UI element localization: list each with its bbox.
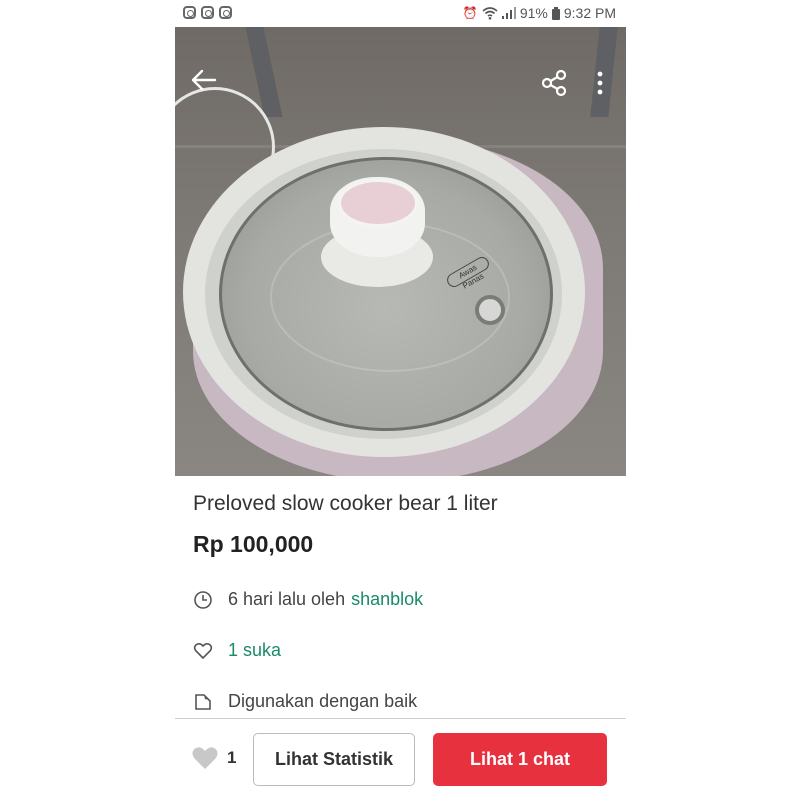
likes-link[interactable]: 1 suka — [228, 640, 281, 661]
listing-title: Preloved slow cooker bear 1 liter — [193, 492, 498, 515]
battery-percent: 91% — [519, 5, 548, 21]
tag-icon — [195, 693, 211, 710]
alarm-icon: ⏰ — [462, 6, 478, 20]
likes-info: 1 suka — [193, 640, 281, 661]
heart-outline-icon — [193, 642, 213, 659]
heart-filled-icon — [192, 747, 218, 769]
signal-icon — [501, 7, 516, 19]
status-bar: ⏰ 91% 9:32 PM — [175, 0, 626, 27]
condition-text: Digunakan dengan baik — [228, 691, 418, 711]
more-options-icon[interactable] — [590, 69, 610, 97]
view-statistics-button[interactable]: Lihat Statistik — [253, 733, 415, 786]
listing-price: Rp 100,000 — [193, 531, 314, 557]
instagram-icon — [219, 6, 232, 19]
condition-info: Digunakan dengan baik — [193, 691, 417, 712]
wifi-icon — [482, 6, 498, 20]
seller-link[interactable]: shanblok — [351, 589, 423, 610]
app-screen: ⏰ 91% 9:32 PM Awas Panas Preloved slow c… — [175, 0, 626, 800]
view-chat-button[interactable]: Lihat 1 chat — [433, 733, 607, 786]
back-arrow-icon[interactable] — [191, 69, 217, 91]
notification-icons — [183, 6, 232, 19]
product-photo-carousel[interactable]: Awas Panas — [175, 27, 626, 476]
bottom-action-bar: 1 Lihat Statistik Lihat 1 chat — [175, 719, 626, 800]
instagram-icon — [183, 6, 196, 19]
clock-icon — [194, 590, 212, 609]
steam-vent — [475, 295, 505, 325]
like-button[interactable]: 1 — [191, 745, 236, 771]
posted-info: 6 hari lalu oleh shanblok — [193, 589, 423, 610]
like-count: 1 — [227, 748, 237, 767]
share-icon[interactable] — [540, 69, 568, 97]
clock: 9:32 PM — [563, 5, 616, 21]
posted-text: 6 hari lalu oleh — [228, 589, 346, 609]
battery-icon — [551, 6, 560, 20]
system-status: ⏰ 91% 9:32 PM — [463, 5, 616, 21]
instagram-icon — [201, 6, 214, 19]
